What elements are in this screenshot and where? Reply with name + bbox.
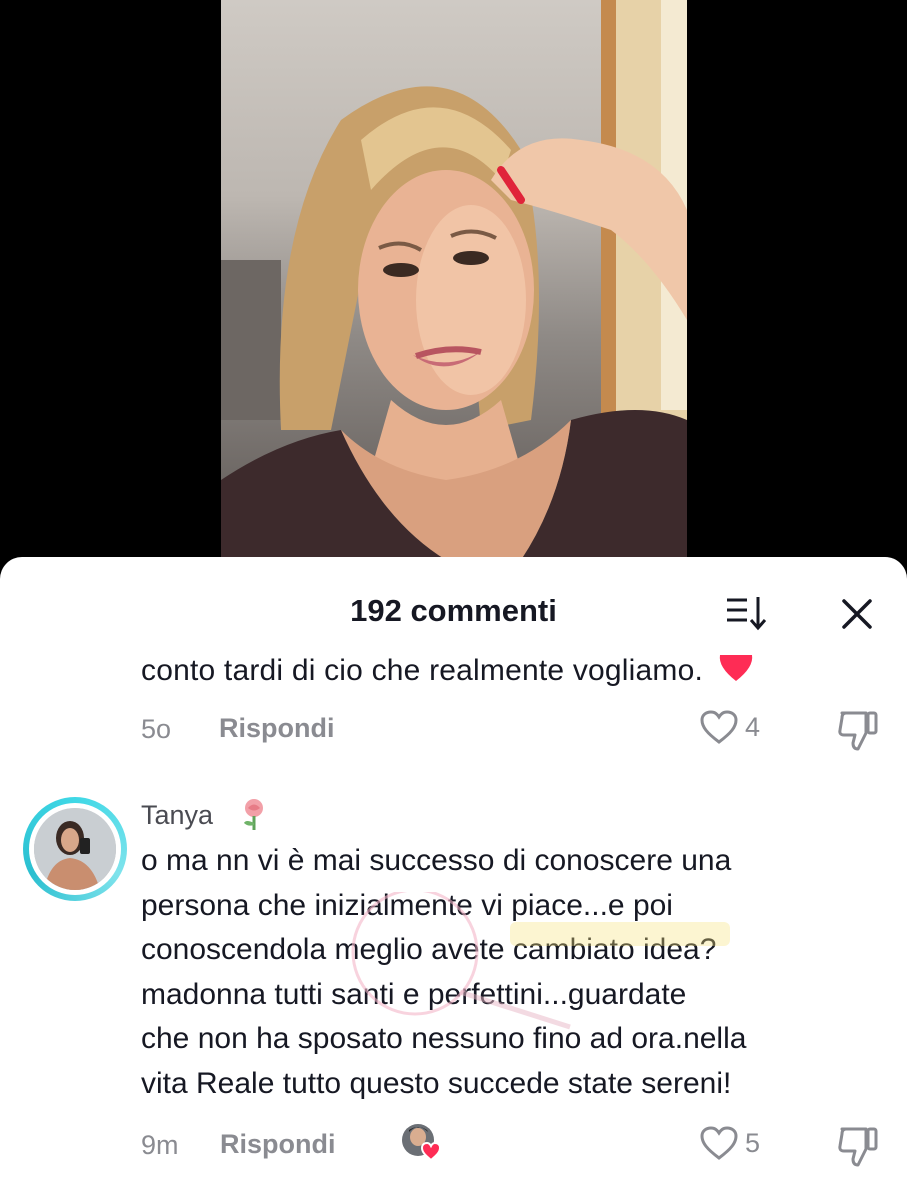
comment-line: che non ha sposato nessuno fino ad ora.n… (141, 1022, 747, 1055)
avatar-photo (34, 808, 116, 890)
sort-button[interactable] (725, 594, 769, 634)
rose-emoji-icon (238, 797, 270, 831)
close-button[interactable] (838, 595, 876, 633)
previous-comment-like-count: 4 (745, 711, 761, 742)
video-player[interactable] (221, 0, 687, 560)
previous-comment-text: conto tardi di cio che realmente vogliam… (141, 653, 754, 688)
comment-like-count: 5 (745, 1127, 761, 1158)
previous-comment-dislike-button[interactable] (836, 709, 880, 753)
comments-count-title: 192 commenti (350, 593, 557, 628)
creator-liked-badge (402, 1124, 442, 1162)
sort-descending-icon (727, 597, 767, 631)
comment-dislike-button[interactable] (836, 1125, 880, 1169)
comment-line: conoscendola meglio avete cambiato idea? (141, 933, 717, 966)
comments-sheet: 192 commenti conto tardi di cio che real… (0, 557, 907, 1200)
heart-outline-icon (700, 1126, 738, 1160)
comments-header: 192 commenti (0, 557, 907, 657)
heart-emoji-icon (719, 655, 752, 681)
video-frame-image (221, 0, 687, 560)
thumbs-down-icon (838, 711, 878, 751)
comment-reply-button[interactable]: Rispondi (220, 1129, 336, 1160)
thumbs-down-icon (838, 1127, 878, 1167)
avatar-photo-image (34, 808, 116, 890)
creator-liked-avatar-icon[interactable] (401, 1122, 445, 1162)
commenter-avatar[interactable] (23, 797, 127, 901)
comment-line: persona che inizialmente vi piace...e po… (141, 888, 673, 922)
close-icon (842, 599, 872, 629)
comment-time: 9m (141, 1130, 179, 1160)
previous-comment-reply-button[interactable]: Rispondi (219, 713, 335, 744)
heart-outline-icon (700, 710, 738, 744)
previous-comment-like-button[interactable]: 4 (699, 709, 760, 745)
comment-body: o ma nn vi è mai successo di conoscere u… (141, 839, 886, 1106)
avatar-border (29, 803, 121, 895)
commenter-username[interactable]: Tanya (141, 800, 213, 831)
comment-line: o ma nn vi è mai successo di conoscere u… (141, 844, 732, 877)
comment-line: vita Reale tutto questo succede state se… (141, 1066, 732, 1100)
previous-comment-time: 5o (141, 714, 172, 744)
comment-like-button[interactable]: 5 (699, 1125, 760, 1161)
rose-emoji-graphic (244, 799, 263, 830)
comment-line: madonna tutti santi e perfettini...guard… (141, 977, 687, 1011)
